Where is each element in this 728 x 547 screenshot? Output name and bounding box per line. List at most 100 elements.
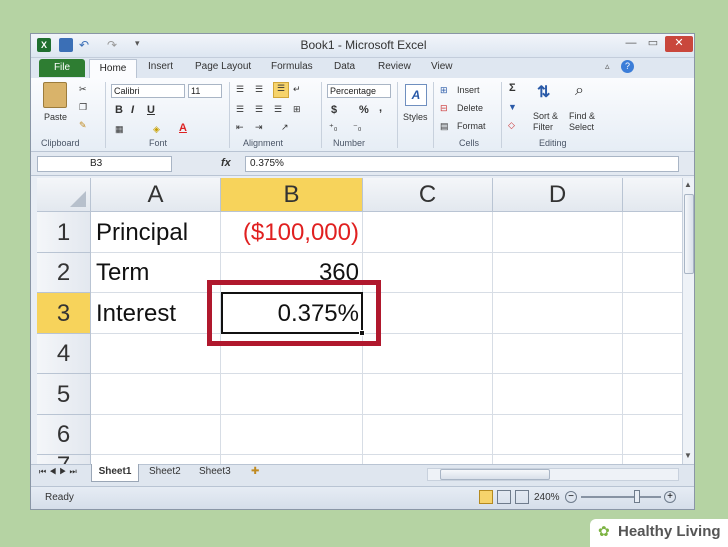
close-button[interactable]: ✕ bbox=[665, 36, 693, 52]
insert-cells-icon[interactable]: ⊞ bbox=[440, 85, 448, 96]
copy-icon[interactable]: ❐ bbox=[79, 102, 87, 113]
column-header-b[interactable]: B bbox=[221, 178, 363, 212]
divider bbox=[397, 82, 398, 148]
sort-filter-icon[interactable]: ⇅ bbox=[537, 82, 550, 102]
tab-home[interactable]: Home bbox=[89, 59, 137, 79]
insert-function-button[interactable]: fx bbox=[221, 157, 231, 169]
find-select-button[interactable]: Find & Select bbox=[569, 111, 605, 133]
horizontal-scrollbar[interactable] bbox=[427, 468, 679, 481]
align-right-icon[interactable]: ☰ bbox=[274, 104, 282, 115]
scroll-down-icon[interactable]: ▼ bbox=[684, 451, 692, 460]
bottom-align-icon[interactable]: ☰ bbox=[273, 82, 289, 98]
insert-cells-button[interactable]: Insert bbox=[457, 85, 480, 95]
column-header-c[interactable]: C bbox=[363, 178, 493, 212]
zoom-slider-thumb[interactable] bbox=[634, 490, 640, 503]
tab-insert[interactable]: Insert bbox=[148, 61, 173, 72]
currency-button[interactable]: $ bbox=[331, 104, 337, 116]
orientation-icon[interactable]: ↗ bbox=[281, 122, 289, 133]
cell-a2[interactable]: Term bbox=[96, 253, 149, 293]
cell-a3[interactable]: Interest bbox=[96, 294, 176, 334]
column-header-d[interactable]: D bbox=[493, 178, 623, 212]
tab-view[interactable]: View bbox=[431, 61, 453, 72]
font-name-dropdown[interactable]: Calibri bbox=[111, 84, 185, 98]
highlight-annotation bbox=[207, 280, 381, 346]
increase-indent-icon[interactable]: ⇥ bbox=[255, 122, 263, 133]
borders-icon[interactable]: ▦ bbox=[115, 124, 124, 135]
styles-icon[interactable]: A bbox=[405, 84, 427, 106]
delete-cells-icon[interactable]: ⊟ bbox=[440, 103, 448, 114]
scroll-up-icon[interactable]: ▲ bbox=[684, 180, 692, 189]
tab-file[interactable]: File bbox=[39, 59, 85, 77]
number-format-dropdown[interactable]: Percentage bbox=[327, 84, 391, 98]
column-header-e[interactable] bbox=[623, 178, 682, 212]
wrap-text-icon[interactable]: ↵ bbox=[293, 84, 301, 95]
normal-view-icon[interactable] bbox=[479, 490, 493, 504]
column-header-a[interactable]: A bbox=[91, 178, 221, 212]
tab-formulas[interactable]: Formulas bbox=[271, 61, 313, 72]
middle-align-icon[interactable]: ☰ bbox=[255, 84, 263, 95]
tab-review[interactable]: Review bbox=[378, 61, 411, 72]
styles-button[interactable]: Styles bbox=[403, 112, 428, 122]
decrease-decimal-icon[interactable]: ⁻₀ bbox=[353, 122, 362, 133]
select-all-corner[interactable] bbox=[37, 178, 91, 212]
format-painter-icon[interactable]: ✎ bbox=[79, 120, 87, 131]
autosum-button[interactable]: Σ bbox=[509, 82, 516, 94]
help-icon[interactable]: ? bbox=[621, 60, 634, 73]
worksheet-grid[interactable]: A B C D 1 2 3 4 5 6 7 Principal ($100,00… bbox=[37, 178, 682, 464]
clear-icon[interactable]: ◇ bbox=[508, 120, 515, 131]
formula-input[interactable]: 0.375% bbox=[245, 156, 679, 172]
binoculars-icon[interactable]: ⌕ bbox=[575, 82, 584, 100]
row-header-5[interactable]: 5 bbox=[37, 374, 91, 415]
paste-icon[interactable] bbox=[43, 82, 67, 108]
minimize-ribbon-icon[interactable]: ▵ bbox=[605, 61, 610, 72]
font-color-button[interactable]: A bbox=[179, 122, 187, 134]
row-header-7[interactable]: 7 bbox=[37, 454, 91, 464]
format-cells-icon[interactable]: ▤ bbox=[440, 121, 449, 132]
bold-button[interactable]: B bbox=[115, 104, 123, 116]
percent-button[interactable]: % bbox=[359, 104, 369, 116]
comma-button[interactable]: , bbox=[379, 102, 382, 114]
name-box[interactable]: B3 bbox=[37, 156, 172, 172]
sheet-tab-sheet2[interactable]: Sheet2 bbox=[149, 466, 181, 477]
paste-button[interactable]: Paste bbox=[44, 112, 67, 122]
decrease-indent-icon[interactable]: ⇤ bbox=[236, 122, 244, 133]
sheet-tab-sheet1[interactable]: Sheet1 bbox=[91, 464, 139, 482]
zoom-slider[interactable] bbox=[581, 496, 661, 498]
underline-button[interactable]: U bbox=[147, 104, 155, 116]
row-header-3[interactable]: 3 bbox=[37, 293, 91, 334]
format-cells-button[interactable]: Format bbox=[457, 121, 486, 131]
cell-b1[interactable]: ($100,000) bbox=[221, 213, 359, 253]
fill-color-icon[interactable]: ◈ bbox=[153, 124, 160, 135]
sheet-tab-sheet3[interactable]: Sheet3 bbox=[199, 466, 231, 477]
zoom-in-icon[interactable]: + bbox=[664, 491, 676, 503]
merge-center-icon[interactable]: ⊞ bbox=[293, 104, 301, 115]
hscroll-thumb[interactable] bbox=[440, 469, 550, 480]
new-sheet-icon[interactable]: ✚ bbox=[251, 466, 259, 477]
minimize-button[interactable]: — bbox=[621, 36, 641, 52]
tab-data[interactable]: Data bbox=[334, 61, 355, 72]
zoom-out-icon[interactable]: − bbox=[565, 491, 577, 503]
sheet-nav-arrows-icon[interactable]: ⏮◀▶⏭ bbox=[39, 467, 80, 477]
italic-button[interactable]: I bbox=[131, 104, 134, 116]
font-size-dropdown[interactable]: 11 bbox=[188, 84, 222, 98]
page-layout-view-icon[interactable] bbox=[497, 490, 511, 504]
zoom-level[interactable]: 240% bbox=[534, 492, 560, 503]
row-header-6[interactable]: 6 bbox=[37, 415, 91, 455]
sort-filter-button[interactable]: Sort & Filter bbox=[533, 111, 567, 133]
cell-a1[interactable]: Principal bbox=[96, 213, 188, 253]
fill-icon[interactable]: ▼ bbox=[508, 102, 517, 112]
top-align-icon[interactable]: ☰ bbox=[236, 84, 244, 95]
tab-page-layout[interactable]: Page Layout bbox=[195, 61, 251, 72]
maximize-button[interactable]: ▭ bbox=[643, 36, 663, 52]
increase-decimal-icon[interactable]: ⁺₀ bbox=[329, 122, 338, 133]
cut-icon[interactable]: ✂ bbox=[79, 84, 87, 95]
row-header-4[interactable]: 4 bbox=[37, 334, 91, 374]
align-center-icon[interactable]: ☰ bbox=[255, 104, 263, 115]
row-header-1[interactable]: 1 bbox=[37, 212, 91, 253]
vertical-scrollbar[interactable]: ▲ ▼ bbox=[682, 178, 694, 464]
page-break-view-icon[interactable] bbox=[515, 490, 529, 504]
scroll-thumb[interactable] bbox=[684, 194, 694, 274]
align-left-icon[interactable]: ☰ bbox=[236, 104, 244, 115]
delete-cells-button[interactable]: Delete bbox=[457, 103, 483, 113]
row-header-2[interactable]: 2 bbox=[37, 253, 91, 293]
